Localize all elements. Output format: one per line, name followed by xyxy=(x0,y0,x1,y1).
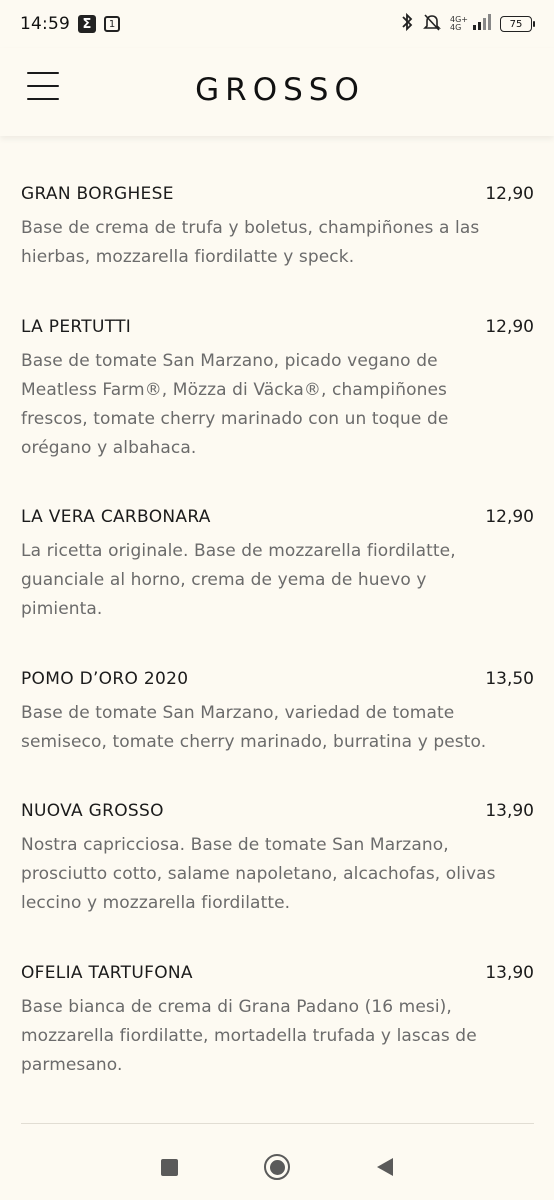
item-price: 13,50 xyxy=(485,669,534,689)
item-name: NUOVA GROSSO xyxy=(21,801,164,821)
back-triangle-icon xyxy=(377,1158,393,1176)
signal-icon xyxy=(472,14,492,34)
item-price: 12,90 xyxy=(485,184,534,204)
item-head: GRAN BORGHESE 12,90 xyxy=(21,184,534,204)
app-header: GROSSO xyxy=(0,48,554,136)
sigma-icon: Σ xyxy=(78,15,96,33)
item-name: POMO D’ORO 2020 xyxy=(21,669,189,689)
menu-item: POMO D’ORO 2020 13,50 Base de tomate San… xyxy=(21,669,534,757)
item-description: Nostra capricciosa. Base de tomate San M… xyxy=(21,835,496,913)
item-head: LA VERA CARBONARA 12,90 xyxy=(21,507,534,527)
item-head: POMO D’ORO 2020 13,50 xyxy=(21,669,534,689)
mute-bell-icon xyxy=(422,12,442,36)
item-name: LA PERTUTTI xyxy=(21,317,132,337)
network-indicator: 4G+ 4G xyxy=(450,16,468,32)
square-icon xyxy=(160,1158,178,1176)
item-name: LA VERA CARBONARA xyxy=(21,507,211,527)
bluetooth-icon xyxy=(400,12,414,36)
item-price: 12,90 xyxy=(485,507,534,527)
circle-icon xyxy=(264,1154,290,1180)
item-head: NUOVA GROSSO 13,90 xyxy=(21,801,534,821)
menu-item: LA PERTUTTI 12,90 Base de tomate San Mar… xyxy=(21,317,534,463)
item-price: 13,90 xyxy=(485,963,534,983)
item-name: OFELIA TARTUFONA xyxy=(21,963,193,983)
item-description: Base de tomate San Marzano, variedad de … xyxy=(21,703,487,752)
back-button[interactable] xyxy=(371,1153,399,1181)
recents-button[interactable] xyxy=(155,1153,183,1181)
calendar-icon: 1 xyxy=(104,16,120,32)
item-head: LA PERTUTTI 12,90 xyxy=(21,317,534,337)
item-price: 13,90 xyxy=(485,801,534,821)
section-divider xyxy=(21,1123,534,1124)
item-price: 12,90 xyxy=(485,317,534,337)
status-right: 4G+ 4G 75 xyxy=(400,12,535,36)
menu-item: GRAN BORGHESE 12,90 Base de crema de tru… xyxy=(21,184,534,272)
status-time: 14:59 xyxy=(20,14,70,34)
brand-logo[interactable]: GROSSO xyxy=(0,72,554,108)
menu-item: OFELIA TARTUFONA 13,90 Base bianca de cr… xyxy=(21,963,534,1080)
home-button[interactable] xyxy=(263,1153,291,1181)
system-nav-bar xyxy=(0,1134,554,1200)
status-left: 14:59 Σ 1 xyxy=(20,14,120,34)
network-subtype: 4G xyxy=(450,23,462,32)
item-description: Base bianca de crema di Grana Padano (16… xyxy=(21,997,477,1075)
item-head: OFELIA TARTUFONA 13,90 xyxy=(21,963,534,983)
battery-icon: 75 xyxy=(500,16,535,32)
menu-item: LA VERA CARBONARA 12,90 La ricetta origi… xyxy=(21,507,534,624)
status-bar: 14:59 Σ 1 4G+ 4G 75 xyxy=(0,0,554,48)
menu-item: NUOVA GROSSO 13,90 Nostra capricciosa. B… xyxy=(21,801,534,918)
item-description: Base de tomate San Marzano, picado vegan… xyxy=(21,351,449,458)
item-name: GRAN BORGHESE xyxy=(21,184,174,204)
item-description: La ricetta originale. Base de mozzarella… xyxy=(21,541,456,619)
item-description: Base de crema de trufa y boletus, champi… xyxy=(21,218,480,267)
